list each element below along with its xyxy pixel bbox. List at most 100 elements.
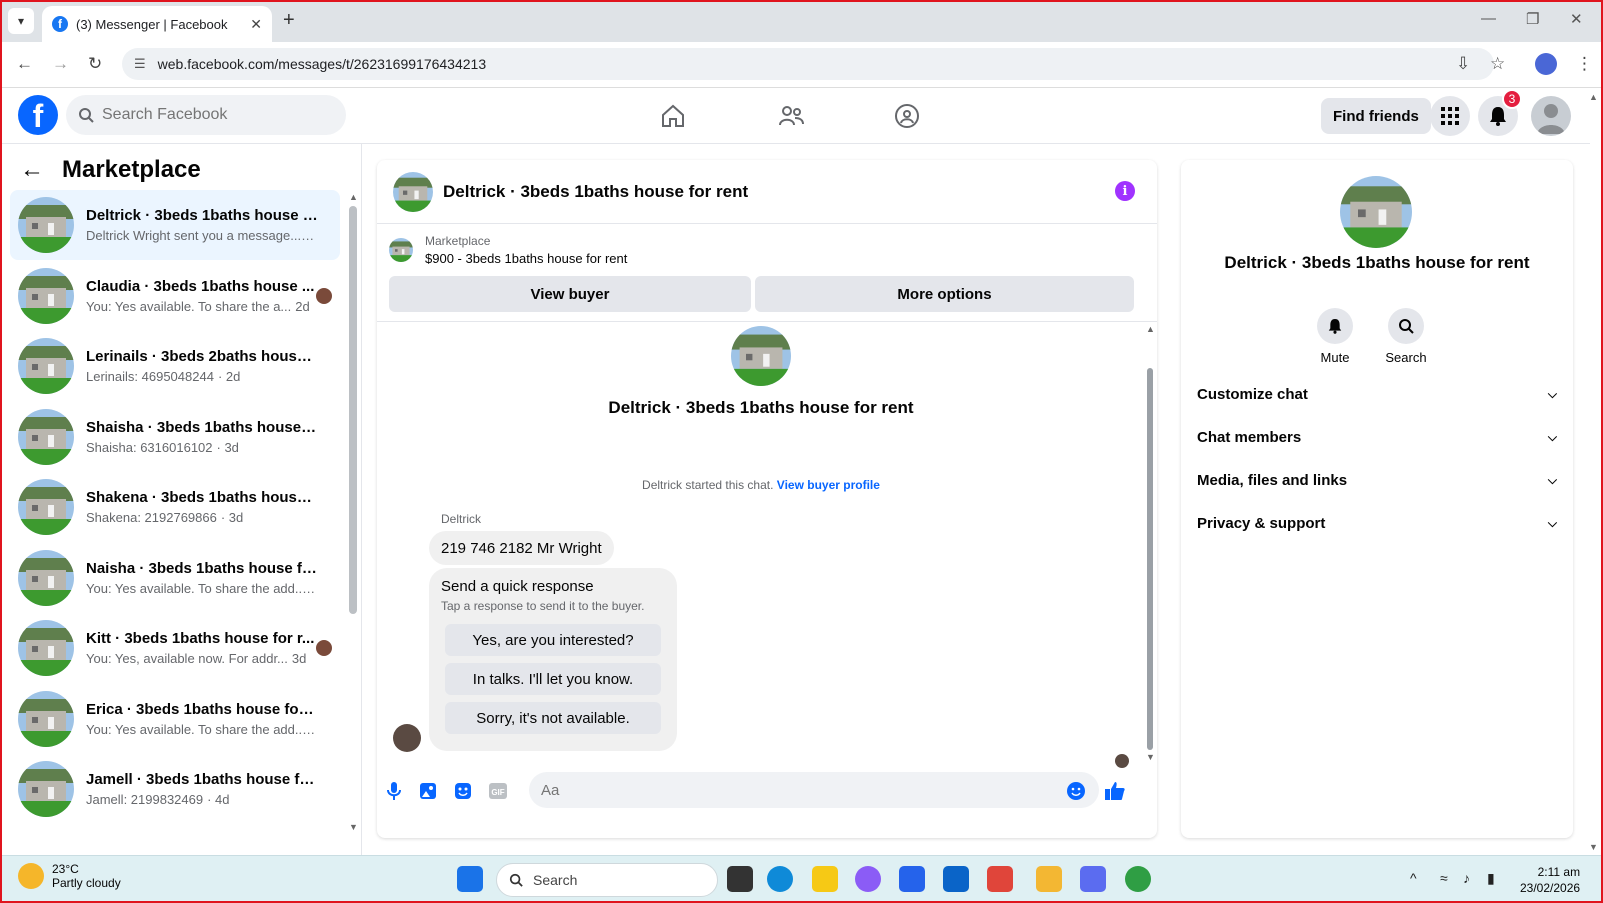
minimize-icon[interactable]: — xyxy=(1481,10,1496,27)
friends-icon[interactable] xyxy=(775,100,807,132)
more-options-button[interactable]: More options xyxy=(755,276,1134,312)
edge-icon[interactable] xyxy=(767,866,793,892)
home-icon[interactable] xyxy=(657,100,689,132)
install-app-icon[interactable]: ⇩ xyxy=(1456,54,1470,74)
back-arrow-icon[interactable]: ← xyxy=(20,156,44,184)
info-icon[interactable]: i xyxy=(1115,181,1135,201)
conversation-item[interactable]: Shaisha · 3beds 1baths house for... Shais… xyxy=(10,402,340,472)
browser-toolbar: ← → ↻ ☰ web.facebook.com/messages/t/2623… xyxy=(0,42,1603,88)
privacy-support-row[interactable]: Privacy & support ⌵ xyxy=(1197,503,1557,543)
chrome-icon[interactable] xyxy=(1125,866,1151,892)
browser-profile-avatar[interactable] xyxy=(1535,53,1557,75)
volume-icon[interactable]: ♪ xyxy=(1463,870,1470,886)
tab-search-menu-icon[interactable]: ▾ xyxy=(8,8,34,34)
vpn-icon[interactable] xyxy=(1080,866,1106,892)
sender-avatar[interactable] xyxy=(393,724,421,752)
thread-scrollbar[interactable] xyxy=(1147,368,1153,750)
sticky-notes-icon[interactable] xyxy=(812,866,838,892)
listing-thumbnail[interactable] xyxy=(393,171,433,212)
menu-grid-icon[interactable] xyxy=(1430,96,1470,136)
preview-text: You: Yes available. To share the a... xyxy=(86,298,292,314)
window-close-icon[interactable]: ✕ xyxy=(1570,10,1583,28)
windows-start-icon[interactable] xyxy=(457,866,483,892)
message-input[interactable] xyxy=(529,772,1099,808)
conversation-item[interactable]: Lerinails · 3beds 2baths house f... Lerin… xyxy=(10,331,340,401)
quick-response-interested[interactable]: Yes, are you interested? xyxy=(445,624,661,656)
copilot-icon[interactable] xyxy=(855,866,881,892)
find-friends-button[interactable]: Find friends xyxy=(1321,98,1431,134)
account-avatar[interactable] xyxy=(1531,96,1571,136)
conversation-item[interactable]: Deltrick · 3beds 1baths house fo... Deltr… xyxy=(10,190,340,260)
media-files-links-row[interactable]: Media, files and links ⌵ xyxy=(1197,460,1557,500)
facebook-logo-icon[interactable]: f xyxy=(18,95,58,135)
emoji-icon[interactable] xyxy=(1065,780,1087,802)
browser-menu-icon[interactable]: ⋮ xyxy=(1576,54,1593,74)
tray-expand-icon[interactable]: ^ xyxy=(1410,870,1417,886)
quick-response-not-available[interactable]: Sorry, it's not available. xyxy=(445,702,661,734)
store-icon[interactable] xyxy=(899,866,925,892)
forward-icon[interactable]: → xyxy=(52,54,69,74)
restore-icon[interactable]: ❐ xyxy=(1526,10,1539,28)
task-view-icon[interactable] xyxy=(727,866,753,892)
browser-tab-messenger[interactable]: f (3) Messenger | Facebook ✕ xyxy=(42,6,272,42)
groups-icon[interactable] xyxy=(891,100,923,132)
view-buyer-button[interactable]: View buyer xyxy=(389,276,751,312)
gif-icon[interactable]: GIF xyxy=(487,780,509,802)
sticker-icon[interactable] xyxy=(452,780,474,802)
scroll-up-arrow-icon[interactable]: ▲ xyxy=(349,192,358,202)
taskbar-search[interactable]: Search xyxy=(496,863,718,897)
conversation-item[interactable]: Claudia · 3beds 1baths house ... You: Yes… xyxy=(10,261,340,331)
back-icon[interactable]: ← xyxy=(16,54,33,74)
outlook-icon[interactable] xyxy=(943,866,969,892)
facebook-search-box[interactable] xyxy=(66,95,346,135)
conversation-item[interactable]: Kitt · 3beds 1baths house for r... You: Y… xyxy=(10,613,340,683)
chat-panel: Deltrick · 3beds 1baths house for rent i… xyxy=(377,160,1157,838)
page-scroll-up-icon[interactable]: ▲ xyxy=(1589,92,1598,102)
reload-icon[interactable]: ↻ xyxy=(88,54,102,74)
snipping-tool-icon[interactable] xyxy=(987,866,1013,892)
sidebar-title: Marketplace xyxy=(62,156,201,183)
conversation-item[interactable]: Jamell · 3beds 1baths house for ... Jamel… xyxy=(10,754,340,824)
system-clock[interactable]: 2:11 am 23/02/2026 xyxy=(1520,864,1580,896)
address-bar[interactable]: ☰ web.facebook.com/messages/t/2623169917… xyxy=(122,48,1494,80)
chat-started-notice: Deltrick started this chat. View buyer p… xyxy=(377,478,1145,492)
photo-icon[interactable] xyxy=(417,780,439,802)
page-scroll-down-icon[interactable]: ▼ xyxy=(1589,842,1598,852)
message-sender-name: Deltrick xyxy=(441,512,482,526)
quick-response-in-talks[interactable]: In talks. I'll let you know. xyxy=(445,663,661,695)
like-thumbs-up-icon[interactable] xyxy=(1104,780,1126,802)
info-listing-avatar[interactable] xyxy=(1340,176,1412,248)
preview-text: You: Yes, available now. For addr... xyxy=(86,651,288,666)
site-info-icon[interactable]: ☰ xyxy=(134,56,146,72)
conversation-preview: Shakena: 2192769866 · 3d xyxy=(86,510,318,525)
started-text: Deltrick started this chat. xyxy=(642,478,774,492)
conversation-item[interactable]: Naisha · 3beds 1baths house for ... You: … xyxy=(10,543,340,613)
search-icon xyxy=(509,873,523,887)
bookmark-star-icon[interactable]: ☆ xyxy=(1490,54,1505,74)
message-bubble[interactable]: 219 746 2182 Mr Wright xyxy=(429,531,614,565)
weather-widget[interactable]: 23°C Partly cloudy xyxy=(18,862,121,890)
battery-icon[interactable]: ▮ xyxy=(1487,870,1495,887)
listing-info[interactable]: Marketplace $900 - 3beds 1baths house fo… xyxy=(389,234,627,266)
search-in-chat-button[interactable]: Search xyxy=(1376,308,1436,365)
facebook-favicon-icon: f xyxy=(52,16,68,32)
file-explorer-icon[interactable] xyxy=(1036,866,1062,892)
customize-chat-row[interactable]: Customize chat ⌵ xyxy=(1197,374,1557,414)
conversation-item[interactable]: Erica · 3beds 1baths house for rent You: … xyxy=(10,684,340,754)
search-input[interactable] xyxy=(102,106,302,124)
microphone-icon[interactable] xyxy=(383,780,405,802)
conversation-item[interactable]: Shakena · 3beds 1baths house fo... Shaken… xyxy=(10,472,340,542)
view-buyer-profile-link[interactable]: View buyer profile xyxy=(777,478,880,492)
wifi-icon[interactable]: ≈ xyxy=(1440,870,1448,886)
sidebar-scrollbar[interactable] xyxy=(349,206,357,614)
thread-scroll-down-icon[interactable]: ▼ xyxy=(1146,752,1155,762)
thread-scroll-up-icon[interactable]: ▲ xyxy=(1146,324,1155,334)
tab-close-icon[interactable]: ✕ xyxy=(250,16,262,33)
mute-button[interactable]: Mute xyxy=(1305,308,1365,365)
scroll-down-arrow-icon[interactable]: ▼ xyxy=(349,822,358,832)
new-tab-icon[interactable]: + xyxy=(283,9,295,32)
listing-small-thumbnail xyxy=(389,238,413,262)
chat-members-row[interactable]: Chat members ⌵ xyxy=(1197,417,1557,457)
chat-title[interactable]: Deltrick · 3beds 1baths house for rent xyxy=(443,182,748,202)
conversation-thumbnail xyxy=(18,761,74,817)
